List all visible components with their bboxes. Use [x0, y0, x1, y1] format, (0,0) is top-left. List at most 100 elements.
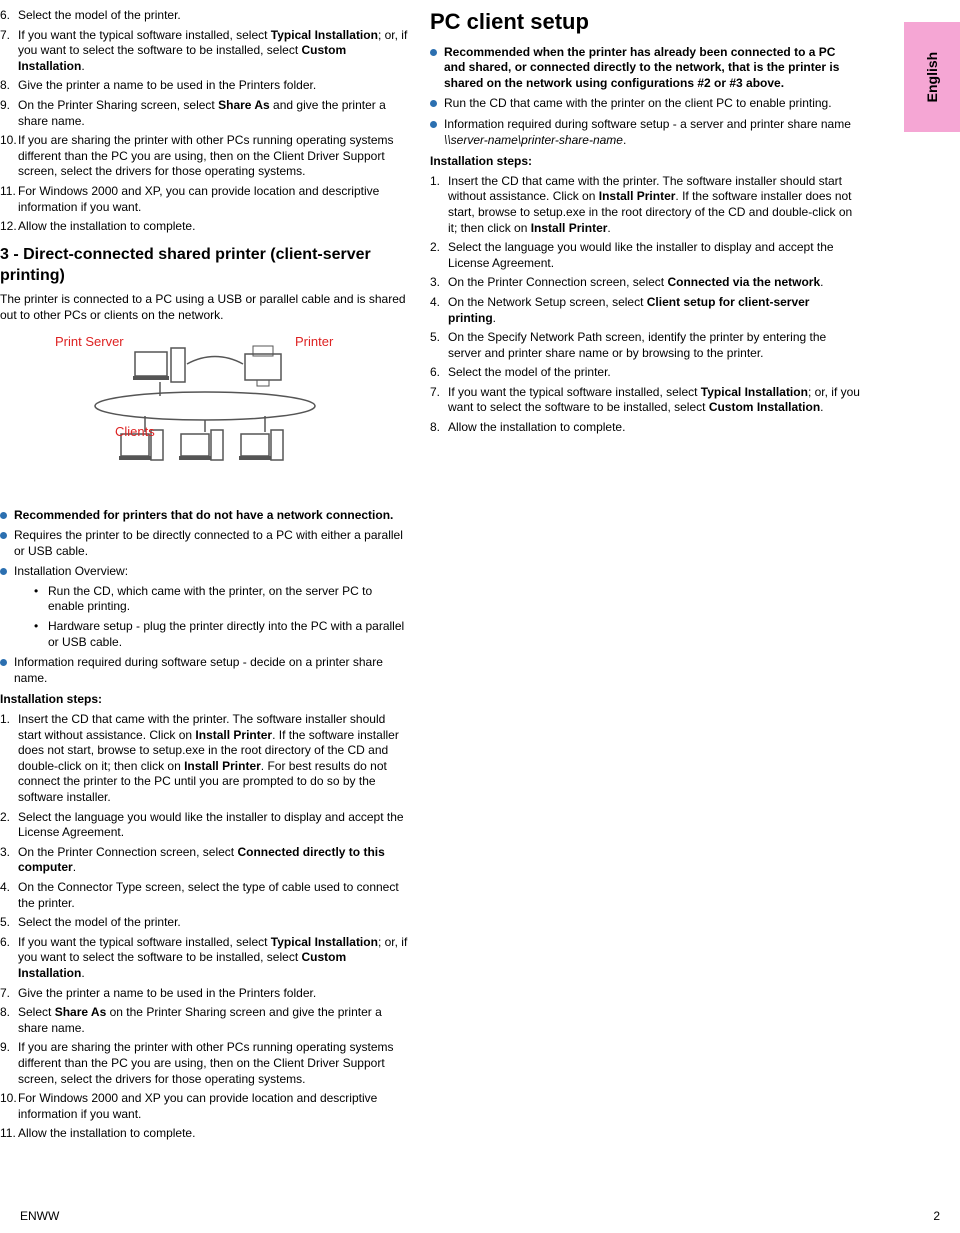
list-text: If you are sharing the printer with othe…: [18, 1040, 410, 1087]
list-item: 11.For Windows 2000 and XP, you can prov…: [0, 184, 410, 215]
pc-client-bullets: Recommended when the printer has already…: [430, 45, 860, 149]
list-item: 6.If you want the typical software insta…: [0, 935, 410, 982]
bullet-text: Installation Overview:: [14, 564, 128, 578]
list-number: 6.: [430, 365, 448, 381]
list-number: 2.: [430, 240, 448, 271]
list-number: 1.: [0, 712, 18, 806]
list-text: Select the language you would like the i…: [448, 240, 860, 271]
footer-left: ENWW: [20, 1209, 59, 1225]
list-text: If you are sharing the printer with othe…: [18, 133, 410, 180]
list-number: 6.: [0, 935, 18, 982]
footer-right: 2: [933, 1209, 940, 1225]
list-text: If you want the typical software install…: [18, 28, 410, 75]
list-item: 12.Allow the installation to complete.: [0, 219, 410, 235]
list-text: Allow the installation to complete.: [18, 219, 410, 235]
list-text: If you want the typical software install…: [18, 935, 410, 982]
list-item: 6.Select the model of the printer.: [430, 365, 860, 381]
bullet-item: Run the CD that came with the printer on…: [430, 96, 860, 112]
list-item: 9.On the Printer Sharing screen, select …: [0, 98, 410, 129]
language-tab: English: [904, 22, 960, 132]
list-number: 4.: [0, 880, 18, 911]
list-text: Insert the CD that came with the printer…: [18, 712, 410, 806]
list-item: 2.Select the language you would like the…: [430, 240, 860, 271]
list-item: 3.On the Printer Connection screen, sele…: [0, 845, 410, 876]
list-text: Allow the installation to complete.: [18, 1126, 410, 1142]
section-3-install-steps: 1.Insert the CD that came with the print…: [0, 712, 410, 1142]
list-item: 5.Select the model of the printer.: [0, 915, 410, 931]
list-number: 3.: [430, 275, 448, 291]
bullet-item: Requires the printer to be directly conn…: [0, 528, 410, 559]
right-install-label: Installation steps:: [430, 154, 860, 170]
section-3-install-label: Installation steps:: [0, 692, 410, 708]
list-number: 8.: [0, 1005, 18, 1036]
list-item: 10.If you are sharing the printer with o…: [0, 133, 410, 180]
bullet-text: Requires the printer to be directly conn…: [14, 528, 403, 558]
sub-item: Hardware setup - plug the printer direct…: [34, 619, 410, 650]
list-text: On the Specify Network Path screen, iden…: [448, 330, 860, 361]
list-text: Give the printer a name to be used in th…: [18, 78, 410, 94]
list-number: 10.: [0, 133, 18, 180]
list-item: 1.Insert the CD that came with the print…: [0, 712, 410, 806]
diagram-label-print-server: Print Server: [55, 334, 124, 351]
list-text: Insert the CD that came with the printer…: [448, 174, 860, 236]
list-number: 12.: [0, 219, 18, 235]
right-install-steps: 1.Insert the CD that came with the print…: [430, 174, 860, 436]
list-text: Allow the installation to complete.: [448, 420, 860, 436]
overview-sublist: Run the CD, which came with the printer,…: [14, 584, 410, 650]
list-item: 9.If you are sharing the printer with ot…: [0, 1040, 410, 1087]
list-text: Select Share As on the Printer Sharing s…: [18, 1005, 410, 1036]
bullet-item: Recommended when the printer has already…: [430, 45, 860, 92]
pc-client-setup-heading: PC client setup: [430, 8, 860, 37]
bullet-item: Recommended for printers that do not hav…: [0, 508, 410, 524]
list-text: For Windows 2000 and XP, you can provide…: [18, 184, 410, 215]
list-text: On the Connector Type screen, select the…: [18, 880, 410, 911]
list-item: 6.Select the model of the printer.: [0, 8, 410, 24]
list-text: For Windows 2000 and XP you can provide …: [18, 1091, 410, 1122]
list-item: 10.For Windows 2000 and XP you can provi…: [0, 1091, 410, 1122]
bullet-text: Recommended for printers that do not hav…: [14, 508, 393, 522]
list-number: 7.: [0, 28, 18, 75]
list-text: Select the language you would like the i…: [18, 810, 410, 841]
section-3-intro: The printer is connected to a PC using a…: [0, 292, 410, 323]
network-diagram: Print Server Printer Clients: [35, 334, 375, 494]
list-number: 10.: [0, 1091, 18, 1122]
list-text: Select the model of the printer.: [18, 8, 410, 24]
bullet-item: Information required during software set…: [0, 655, 410, 686]
bullet-item: Installation Overview: Run the CD, which …: [0, 564, 410, 650]
list-text: On the Printer Sharing screen, select Sh…: [18, 98, 410, 129]
list-item: 2.Select the language you would like the…: [0, 810, 410, 841]
list-number: 8.: [0, 78, 18, 94]
sub-item: Run the CD, which came with the printer,…: [34, 584, 410, 615]
page-footer: ENWW 2: [0, 1209, 960, 1225]
list-text: Select the model of the printer.: [18, 915, 410, 931]
list-item: 4.On the Network Setup screen, select Cl…: [430, 295, 860, 326]
page-body: 6.Select the model of the printer.7.If y…: [0, 0, 960, 1146]
list-item: 4.On the Connector Type screen, select t…: [0, 880, 410, 911]
left-column: 6.Select the model of the printer.7.If y…: [0, 8, 430, 1146]
list-item: 5.On the Specify Network Path screen, id…: [430, 330, 860, 361]
list-item: 8.Allow the installation to complete.: [430, 420, 860, 436]
list-item: 7.If you want the typical software insta…: [430, 385, 860, 416]
list-number: 4.: [430, 295, 448, 326]
list-text: If you want the typical software install…: [448, 385, 860, 416]
language-tab-label: English: [923, 52, 941, 103]
section-3-heading: 3 - Direct-connected shared printer (cli…: [0, 245, 410, 287]
list-item: 7.Give the printer a name to be used in …: [0, 986, 410, 1002]
list-number: 6.: [0, 8, 18, 24]
list-number: 5.: [0, 915, 18, 931]
list-item: 8.Give the printer a name to be used in …: [0, 78, 410, 94]
list-number: 1.: [430, 174, 448, 236]
list-number: 9.: [0, 98, 18, 129]
list-number: 7.: [0, 986, 18, 1002]
list-number: 11.: [0, 184, 18, 215]
list-number: 9.: [0, 1040, 18, 1087]
list-number: 2.: [0, 810, 18, 841]
list-text: Select the model of the printer.: [448, 365, 860, 381]
list-number: 3.: [0, 845, 18, 876]
section-3-bullets: Recommended for printers that do not hav…: [0, 508, 410, 687]
list-text: On the Network Setup screen, select Clie…: [448, 295, 860, 326]
list-number: 11.: [0, 1126, 18, 1142]
right-column: PC client setup Recommended when the pri…: [430, 8, 860, 1146]
list-text: On the Printer Connection screen, select…: [18, 845, 410, 876]
list-number: 5.: [430, 330, 448, 361]
